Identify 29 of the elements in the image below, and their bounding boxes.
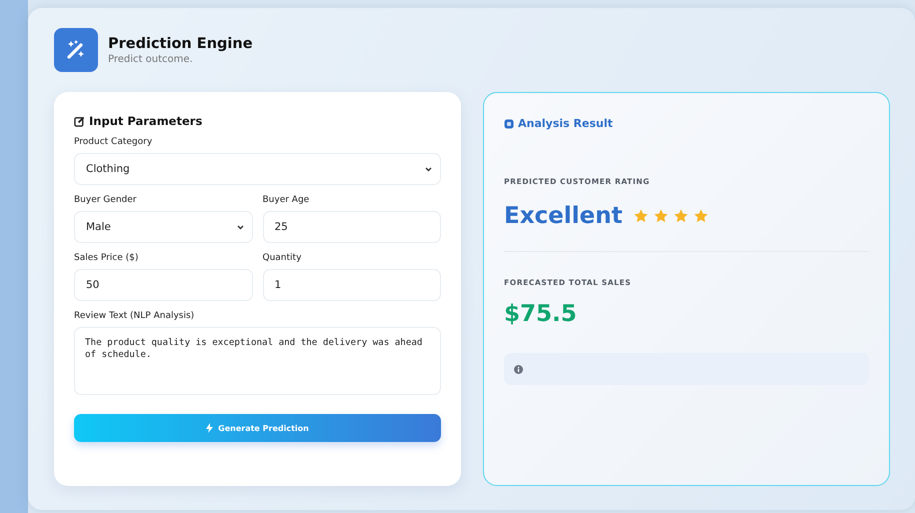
rating-value: Excellent bbox=[504, 203, 623, 229]
star-icon bbox=[692, 208, 709, 224]
magic-wand-icon bbox=[54, 28, 98, 72]
input-field[interactable]: 1 bbox=[262, 269, 441, 301]
chevron-down-icon bbox=[425, 166, 432, 172]
app-subtitle: Predict outcome. bbox=[108, 54, 194, 64]
field-label: Sales Price ($) bbox=[74, 253, 140, 263]
panel-title: Input Parameters bbox=[89, 114, 202, 128]
select-field[interactable]: Male bbox=[74, 211, 252, 243]
chevron-down-icon bbox=[236, 224, 244, 230]
field-label: Buyer Gender bbox=[74, 195, 138, 205]
field-label: Quantity bbox=[262, 253, 302, 263]
select-field[interactable]: Clothing bbox=[74, 153, 441, 185]
star-icon bbox=[672, 208, 689, 224]
input-field[interactable]: 25 bbox=[262, 211, 441, 243]
star-icon bbox=[632, 208, 649, 224]
app-title: Prediction Engine bbox=[108, 36, 253, 52]
chip-icon bbox=[504, 118, 514, 128]
field-label: Buyer Age bbox=[262, 195, 310, 205]
lightning-icon bbox=[206, 423, 214, 433]
info-icon bbox=[514, 364, 523, 374]
textarea-field[interactable]: The product quality is exceptional and the delivery was ahead of schedule. bbox=[74, 327, 441, 395]
panel-title: Analysis Result bbox=[518, 117, 613, 130]
edit-icon bbox=[74, 116, 85, 126]
star-icon bbox=[652, 208, 669, 224]
input-field[interactable]: 50 bbox=[74, 269, 252, 301]
sales-value: $75.5 bbox=[504, 301, 578, 327]
field-label: Review Text (NLP Analysis) bbox=[74, 311, 196, 321]
field-label: Product Category bbox=[74, 137, 154, 147]
